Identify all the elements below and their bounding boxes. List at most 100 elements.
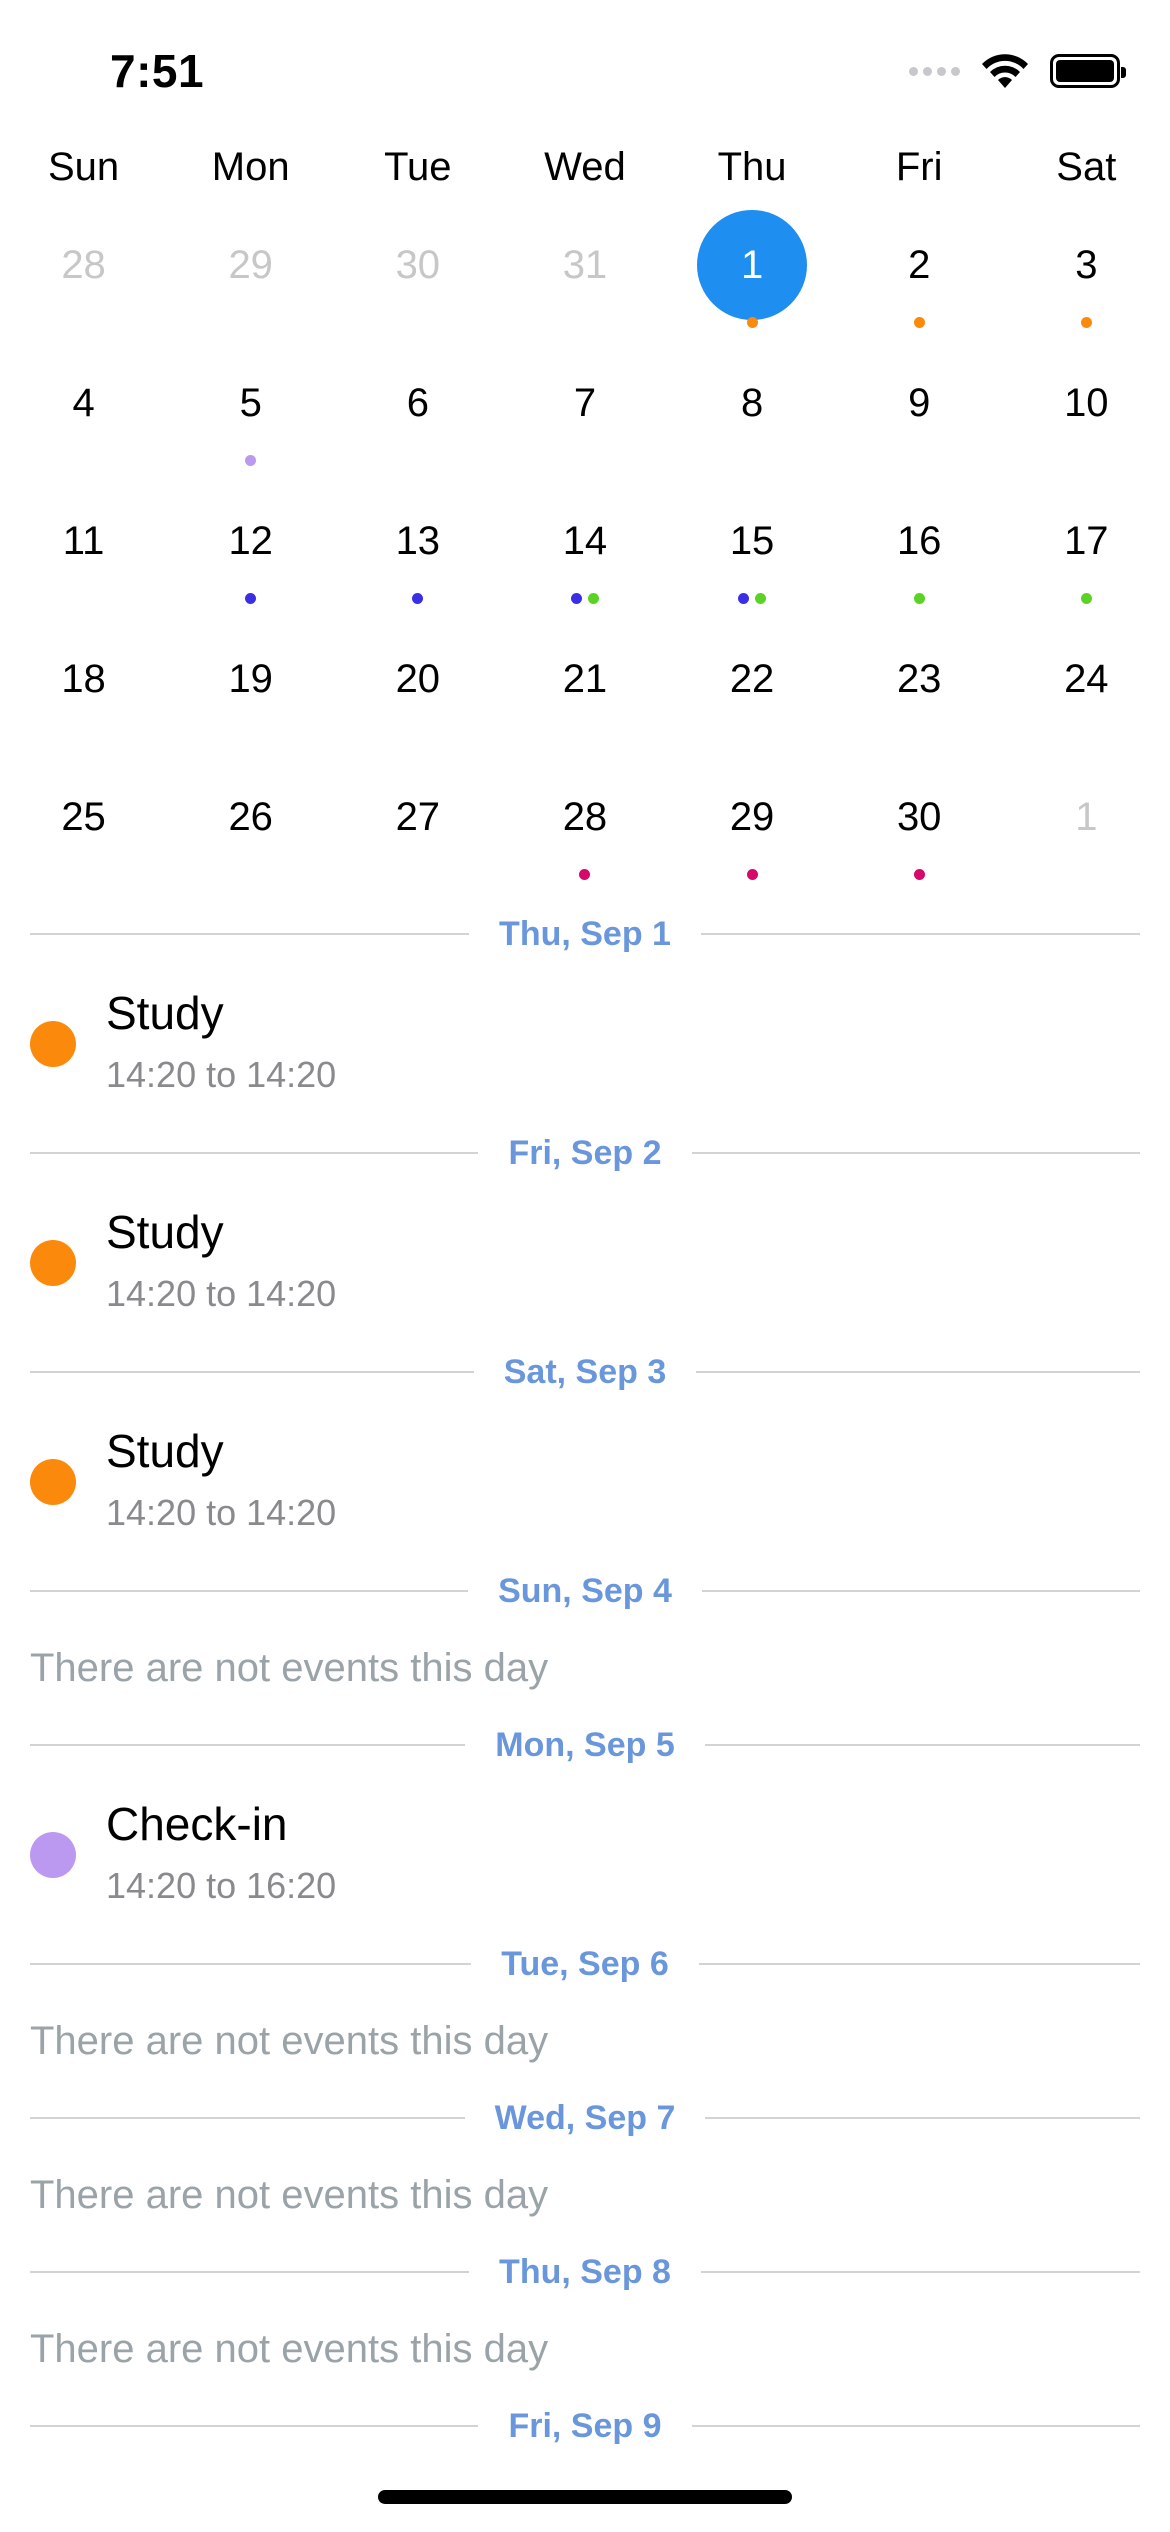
day-number: 1	[1075, 795, 1098, 839]
weekday-label: Thu	[717, 145, 787, 189]
divider-line	[30, 933, 470, 935]
day-number: 16	[896, 519, 942, 563]
day-number: 27	[395, 795, 441, 839]
weekday-label: Mon	[211, 145, 290, 189]
event-time: 14:20 to 14:20	[106, 1054, 337, 1095]
calendar-day[interactable]: 29	[167, 200, 334, 338]
calendar-day-selected[interactable]: 1	[669, 200, 836, 338]
event-dot-marker	[570, 593, 582, 604]
calendar-day[interactable]: 25	[0, 752, 167, 890]
day-number: 8	[740, 381, 764, 425]
calendar-day[interactable]: 5	[167, 338, 334, 476]
event-dot-marker	[913, 317, 925, 328]
agenda-day-label: Sat, Sep 3	[503, 1352, 667, 1391]
event-title: Study	[106, 987, 224, 1039]
calendar-day[interactable]: 6	[334, 338, 501, 476]
event-dots	[501, 593, 668, 604]
calendar-day[interactable]: 2	[836, 200, 1003, 338]
event-dot-marker	[746, 869, 758, 880]
day-number: 26	[228, 795, 273, 839]
agenda-list[interactable]: Thu, Sep 1 Study 14:20 to 14:20 Fri, Sep 2 S…	[30, 900, 1141, 2460]
event-dot-marker	[412, 593, 424, 604]
calendar-day[interactable]: 11	[0, 476, 167, 614]
agenda-day-header: Sat, Sep 3	[30, 1338, 1141, 1406]
no-events-message: There are not events this day	[30, 2019, 549, 2063]
calendar-day[interactable]: 24	[1003, 614, 1170, 752]
status-bar: 7:51	[0, 0, 1170, 140]
calendar-day[interactable]: 18	[0, 614, 167, 752]
calendar-day[interactable]: 19	[167, 614, 334, 752]
agenda-day-label: Wed, Sep 7	[494, 2098, 676, 2137]
weekday-label: Wed	[544, 145, 626, 189]
calendar-day[interactable]: 30	[836, 752, 1003, 890]
divider-line	[30, 1744, 466, 1746]
home-indicator[interactable]	[378, 2490, 792, 2504]
calendar-day[interactable]: 14	[501, 476, 668, 614]
event-dot-marker	[1080, 593, 1092, 604]
calendar-day[interactable]: 28	[501, 752, 668, 890]
calendar-day[interactable]: 26	[167, 752, 334, 890]
calendar-day[interactable]: 15	[669, 476, 836, 614]
event-color-dot	[30, 1459, 76, 1505]
agenda-day-header: Sun, Sep 4	[30, 1557, 1141, 1625]
agenda-event-row[interactable]: Check-in 14:20 to 16:20	[30, 1779, 1140, 1930]
day-number: 28	[562, 795, 608, 839]
agenda-day-header: Wed, Sep 7	[30, 2084, 1141, 2152]
status-icons	[909, 52, 1126, 90]
calendar-day[interactable]: 1	[1003, 752, 1170, 890]
day-number: 3	[1075, 243, 1098, 287]
calendar-day[interactable]: 23	[836, 614, 1003, 752]
divider-line	[691, 2425, 1140, 2427]
calendar-day[interactable]: 9	[836, 338, 1003, 476]
day-number: 15	[729, 519, 775, 563]
calendar-day[interactable]: 29	[669, 752, 836, 890]
calendar-day[interactable]: 8	[669, 338, 836, 476]
event-dot-marker	[746, 317, 758, 328]
weekday-label: Fri	[895, 145, 943, 189]
day-number: 25	[61, 795, 106, 839]
day-number: 19	[228, 657, 273, 701]
divider-line	[30, 2271, 470, 2273]
wifi-icon	[982, 54, 1028, 88]
event-title: Study	[106, 1425, 224, 1477]
weekday-label: Sat	[1056, 145, 1117, 189]
event-dot-marker	[587, 593, 599, 604]
event-dot-marker	[913, 593, 925, 604]
event-dots	[1003, 317, 1170, 328]
month-grid: 28 29 30 31 1 2 3 4 5 6 7 8 9 10 11 12 13 14 15 16 17 18 19 20 2…	[0, 200, 1170, 890]
agenda-day-header: Thu, Sep 8	[30, 2238, 1141, 2306]
calendar-day[interactable]: 31	[501, 200, 668, 338]
event-color-dot	[30, 1021, 76, 1067]
calendar-day[interactable]: 30	[334, 200, 501, 338]
calendar-day[interactable]: 13	[334, 476, 501, 614]
day-number: 9	[908, 381, 931, 425]
calendar-day[interactable]: 16	[836, 476, 1003, 614]
calendar-day[interactable]: 10	[1003, 338, 1170, 476]
calendar-day[interactable]: 27	[334, 752, 501, 890]
agenda-event-row[interactable]: Study 14:20 to 14:20	[30, 1187, 1140, 1338]
day-number: 14	[562, 519, 608, 563]
battery-icon	[1050, 54, 1126, 88]
calendar-week-row: 25 26 27 28 29 30 1	[0, 752, 1170, 890]
calendar-day[interactable]: 22	[669, 614, 836, 752]
calendar-day[interactable]: 21	[501, 614, 668, 752]
calendar-day[interactable]: 28	[0, 200, 167, 338]
calendar-day[interactable]: 17	[1003, 476, 1170, 614]
calendar-day[interactable]: 20	[334, 614, 501, 752]
agenda-event-row[interactable]: Study 14:20 to 14:20	[30, 968, 1140, 1119]
event-dot-marker	[245, 455, 257, 466]
agenda-day-header: Fri, Sep 9	[30, 2392, 1140, 2460]
agenda-event-row[interactable]: Study 14:20 to 14:20	[30, 1406, 1140, 1557]
day-number: 1	[697, 210, 808, 320]
no-events-message: There are not events this day	[30, 2327, 549, 2371]
day-number: 21	[562, 657, 608, 701]
event-dots	[501, 869, 668, 880]
calendar-day[interactable]: 12	[167, 476, 334, 614]
agenda-day-header: Tue, Sep 6	[30, 1930, 1140, 1998]
calendar-day[interactable]: 3	[1003, 200, 1170, 338]
divider-line	[691, 1152, 1140, 1154]
calendar-day[interactable]: 7	[501, 338, 668, 476]
calendar-day[interactable]: 4	[0, 338, 167, 476]
event-dots	[167, 593, 334, 604]
day-number: 29	[228, 243, 273, 287]
